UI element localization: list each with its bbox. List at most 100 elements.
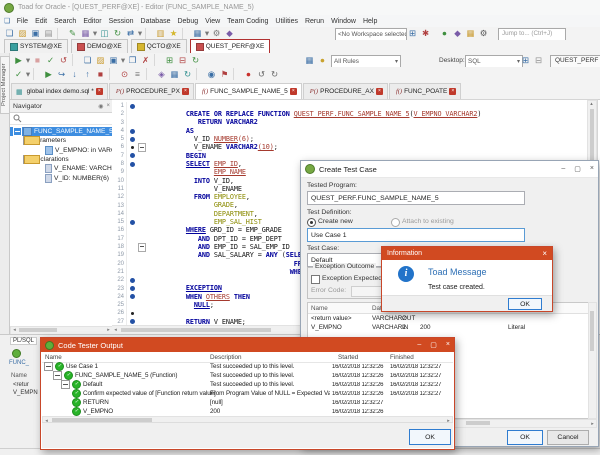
fold-column[interactable] (138, 226, 146, 234)
fold-column[interactable] (138, 177, 146, 185)
menu-item[interactable]: Rerun (301, 18, 327, 25)
connection-tab[interactable]: SYSTEM@XE (4, 39, 68, 54)
breakpoint-icon[interactable]: ⊙ (118, 68, 131, 80)
new-connection-icon[interactable]: ❏ (3, 28, 16, 40)
fold-column[interactable] (138, 160, 146, 168)
stop-debug-icon[interactable]: ■ (94, 68, 107, 80)
column-name[interactable]: Name (45, 354, 62, 361)
ok-button[interactable]: OK (507, 430, 543, 445)
new-file-icon[interactable]: ❏ (81, 54, 94, 66)
grid-vertical-scrollbar[interactable] (588, 302, 597, 419)
grid-row[interactable]: V_EMPNO VARCHAR2 IN 200 Literal (308, 323, 588, 332)
navigator-search[interactable] (10, 113, 113, 125)
separator[interactable] (233, 68, 240, 80)
create-new-radio[interactable] (307, 218, 316, 227)
fold-column[interactable] (138, 202, 146, 210)
menu-item[interactable]: Database (137, 18, 174, 25)
close-tab-icon[interactable]: × (96, 88, 103, 95)
grid-column-name[interactable]: Name (311, 305, 328, 312)
close-icon[interactable]: × (542, 249, 547, 258)
gutter[interactable] (127, 110, 138, 118)
step-over-icon[interactable]: ↪ (55, 68, 68, 80)
gutter[interactable] (127, 135, 138, 143)
gutter[interactable] (127, 293, 138, 301)
close-tab-icon[interactable]: × (290, 88, 297, 95)
navigator-tree-item[interactable]: Parameters (10, 136, 113, 145)
revert-desktop-icon[interactable]: ⊟ (532, 54, 545, 66)
gutter[interactable] (127, 276, 138, 284)
cancel-button[interactable]: Cancel (547, 430, 589, 445)
codexpert-icon[interactable]: ▦ (303, 54, 316, 66)
fold-column[interactable] (138, 119, 146, 127)
result-row[interactable]: Confirm expected value of [Function retu… (42, 389, 453, 398)
navigator-tree-item[interactable]: V_EMPNO: in VARCHAR (10, 146, 113, 155)
exception-expected-checkbox[interactable] (311, 275, 320, 284)
results-panel-tab[interactable]: PL/SQL (10, 337, 37, 345)
file-tab[interactable]: f() FUNC_SAMPLE_NAME_5 × (195, 83, 302, 99)
redo-icon[interactable]: ↻ (268, 68, 281, 80)
gutter[interactable] (127, 235, 138, 243)
fold-column[interactable] (138, 143, 146, 151)
explain-plan-icon[interactable]: ▦ (168, 68, 181, 80)
file-tab[interactable]: P() PROCEDURE_PX × (109, 83, 194, 99)
schema-browser-icon[interactable]: ▦ (79, 28, 92, 40)
compile-icon[interactable]: ✓ (12, 68, 25, 80)
fold-column[interactable] (138, 251, 146, 259)
undo-icon[interactable]: ↺ (255, 68, 268, 80)
navigator-tree-item[interactable]: FUNC_SAMPLE_NAME_5: VAR (10, 127, 113, 136)
menu-item[interactable]: Editor (80, 18, 105, 25)
favorites-icon[interactable]: ★ (167, 28, 180, 40)
navigator-tree-item[interactable]: Declarations (10, 155, 113, 164)
new-editor-icon[interactable]: ✎ (66, 28, 79, 40)
separator[interactable] (154, 54, 161, 66)
gutter[interactable] (127, 127, 138, 135)
fold-column[interactable] (138, 301, 146, 309)
refresh-icon[interactable]: ↻ (189, 54, 202, 66)
workspace-add-icon[interactable]: ⊞ (406, 27, 419, 39)
ok-button[interactable]: OK (409, 429, 451, 445)
tester-subtab[interactable]: FUNC_ (9, 360, 29, 366)
separator[interactable] (72, 54, 79, 66)
close-icon[interactable]: × (106, 103, 110, 109)
file-tab[interactable]: f() FUNC_POATE × (389, 83, 461, 99)
run-debug-icon[interactable]: ▶ (42, 68, 55, 80)
fold-column[interactable] (138, 285, 146, 293)
copy-icon[interactable]: ❐ (126, 54, 139, 66)
gutter[interactable] (127, 177, 138, 185)
expand-collapse-icon[interactable] (44, 362, 53, 371)
options-icon[interactable]: ⚙ (477, 27, 490, 39)
gutter[interactable] (127, 185, 138, 193)
expand-collapse-icon[interactable] (13, 127, 22, 136)
separator[interactable] (57, 28, 64, 40)
fold-column[interactable] (138, 168, 146, 176)
column-description[interactable]: Description (210, 354, 242, 361)
gutter[interactable] (127, 260, 138, 268)
menu-item[interactable]: Utilities (272, 18, 302, 25)
close-tab-icon[interactable]: × (449, 88, 456, 95)
fold-column[interactable] (138, 260, 146, 268)
report-manager-icon[interactable]: ▥ (154, 28, 167, 40)
gutter[interactable] (127, 193, 138, 201)
scroll-up-icon[interactable]: ▴ (588, 101, 595, 107)
column-started[interactable]: Started (338, 354, 358, 361)
separator[interactable] (146, 68, 153, 80)
fold-column[interactable] (138, 110, 146, 118)
code-analysis-icon[interactable]: ● (316, 54, 329, 66)
gutter[interactable] (127, 301, 138, 309)
profiler-icon[interactable]: ◈ (155, 68, 168, 80)
result-row[interactable]: V_EMPNO 200 16/02/2018 12:32:26 (42, 407, 453, 416)
result-row[interactable]: Use Case 1 Test succeeded up to this lev… (42, 362, 453, 371)
menu-item[interactable]: Session (105, 18, 137, 25)
ok-button[interactable]: OK (508, 298, 542, 310)
close-icon[interactable]: × (446, 341, 450, 349)
step-out-icon[interactable]: ↑ (81, 68, 94, 80)
maximize-icon[interactable]: ▢ (430, 341, 437, 349)
menu-item[interactable]: Team Coding (224, 18, 272, 25)
chevron-down-icon[interactable]: ▾ (25, 68, 31, 80)
scroll-left-icon[interactable]: ◂ (112, 327, 119, 333)
toad-world-icon[interactable]: ● (438, 27, 451, 39)
attach-to-existing-radio[interactable] (391, 218, 400, 227)
rollback-icon[interactable]: ↺ (57, 54, 70, 66)
watches-icon[interactable]: ≡ (131, 68, 144, 80)
separator[interactable] (182, 28, 189, 40)
